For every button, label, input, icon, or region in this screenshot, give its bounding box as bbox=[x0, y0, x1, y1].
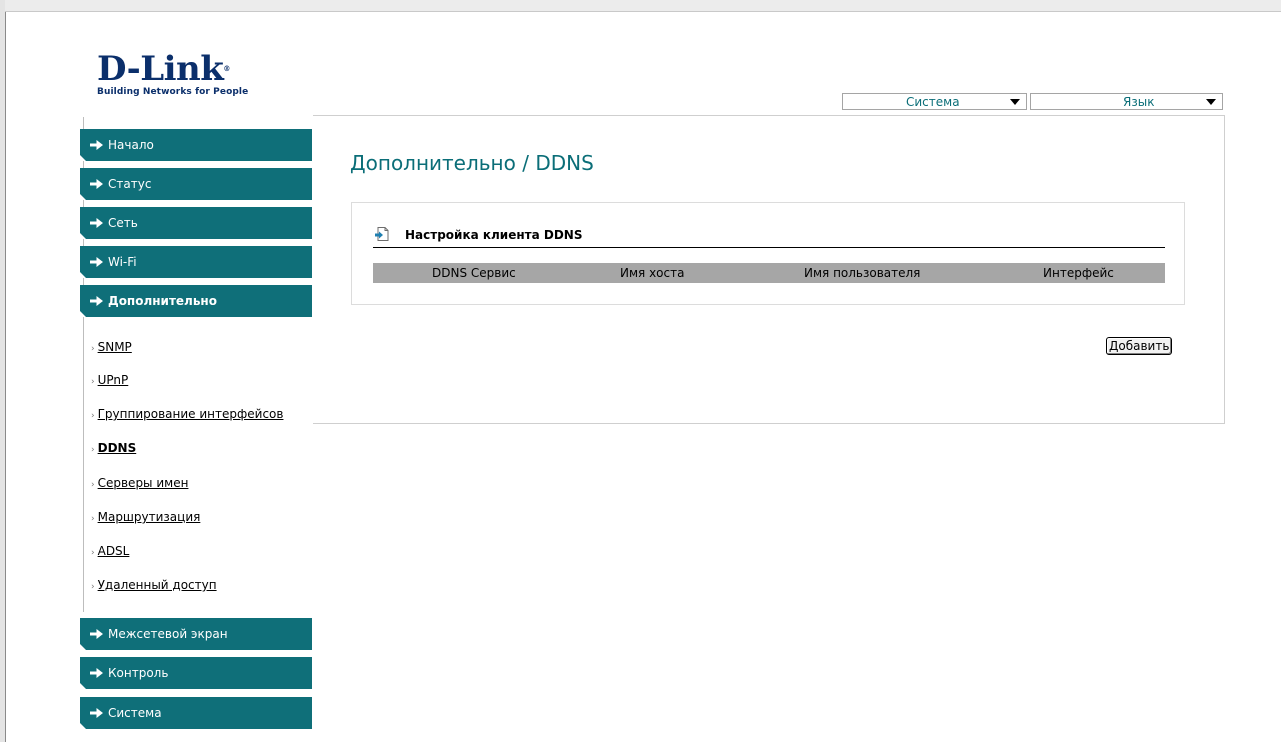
sidebar-item-label: Начало bbox=[108, 138, 154, 152]
submenu-item-routing[interactable]: › Маршрутизация bbox=[91, 510, 200, 524]
sidebar-item-label: Система bbox=[108, 706, 162, 720]
sidebar-item-label: Статус bbox=[108, 177, 152, 191]
submenu-item-name-servers[interactable]: › Серверы имен bbox=[91, 476, 188, 490]
submenu-link[interactable]: UPnP bbox=[98, 373, 129, 387]
bullet-icon: › bbox=[91, 377, 95, 387]
chevron-down-icon bbox=[1010, 99, 1020, 105]
sidebar-item-label: Wi-Fi bbox=[108, 255, 137, 269]
column-header-hostname: Имя хоста bbox=[620, 266, 685, 280]
submenu-link[interactable]: Удаленный доступ bbox=[98, 578, 217, 592]
submenu-item-snmp[interactable]: › SNMP bbox=[91, 340, 132, 354]
sidebar-item-firewall[interactable]: Межсетевой экран bbox=[80, 618, 312, 650]
sidebar-item-system[interactable]: Система bbox=[80, 697, 312, 729]
column-header-ddns-service: DDNS Сервис bbox=[432, 266, 516, 280]
arrow-right-icon bbox=[90, 629, 103, 639]
system-select-value: Система bbox=[906, 95, 960, 109]
ddns-client-section bbox=[351, 202, 1185, 305]
column-header-interface: Интерфейс bbox=[1043, 266, 1114, 280]
submenu-link[interactable]: ADSL bbox=[98, 544, 130, 558]
system-select[interactable]: Система bbox=[842, 93, 1027, 110]
language-select[interactable]: Язык bbox=[1030, 93, 1223, 110]
sidebar-item-label: Дополнительно bbox=[108, 294, 217, 308]
bullet-icon: › bbox=[91, 480, 95, 490]
sidebar-item-status[interactable]: Статус bbox=[80, 168, 312, 200]
submenu-item-adsl[interactable]: › ADSL bbox=[91, 544, 129, 558]
chevron-down-icon bbox=[1206, 99, 1216, 105]
logo-tagline: Building Networks for People bbox=[97, 87, 249, 97]
arrow-right-icon bbox=[90, 257, 103, 267]
language-select-value: Язык bbox=[1123, 95, 1155, 109]
dlink-logo: D-Link® Building Networks for People bbox=[97, 52, 248, 97]
arrow-right-icon bbox=[90, 296, 103, 306]
sidebar-item-label: Сеть bbox=[108, 216, 138, 230]
arrow-right-icon bbox=[90, 179, 103, 189]
bullet-icon: › bbox=[91, 514, 95, 524]
document-arrow-icon bbox=[375, 227, 389, 241]
sidebar-item-home[interactable]: Начало bbox=[80, 129, 312, 161]
arrow-right-icon bbox=[90, 668, 103, 678]
ddns-table-header: DDNS Сервис Имя хоста Имя пользователя И… bbox=[373, 263, 1165, 283]
add-button[interactable]: Добавить bbox=[1106, 337, 1173, 355]
bullet-icon: › bbox=[91, 548, 95, 558]
browser-frame-top bbox=[5, 0, 1281, 12]
submenu-link[interactable]: Группирование интерфейсов bbox=[98, 407, 284, 421]
bullet-icon: › bbox=[91, 344, 95, 354]
arrow-right-icon bbox=[90, 708, 103, 718]
logo-brand: D-Link bbox=[97, 49, 224, 89]
submenu-link[interactable]: Серверы имен bbox=[98, 476, 189, 490]
arrow-right-icon bbox=[90, 140, 103, 150]
bullet-icon: › bbox=[91, 582, 95, 592]
page-title: Дополнительно / DDNS bbox=[350, 151, 594, 175]
submenu-link[interactable]: SNMP bbox=[98, 340, 132, 354]
submenu-item-ddns[interactable]: › DDNS bbox=[91, 441, 136, 455]
sidebar-item-advanced[interactable]: Дополнительно bbox=[80, 285, 312, 317]
bullet-icon: › bbox=[91, 411, 95, 421]
sidebar-item-label: Межсетевой экран bbox=[108, 627, 228, 641]
sidebar-item-wifi[interactable]: Wi-Fi bbox=[80, 246, 312, 278]
browser-frame-left bbox=[0, 0, 6, 742]
submenu-item-remote-access[interactable]: › Удаленный доступ bbox=[91, 578, 217, 592]
submenu-item-interface-grouping[interactable]: › Группирование интерфейсов bbox=[91, 407, 283, 421]
bullet-icon: › bbox=[91, 445, 95, 455]
section-title: Настройка клиента DDNS bbox=[405, 228, 583, 242]
sidebar-item-control[interactable]: Контроль bbox=[80, 657, 312, 689]
logo-registered-mark: ® bbox=[223, 64, 230, 73]
submenu-item-upnp[interactable]: › UPnP bbox=[91, 373, 128, 387]
arrow-right-icon bbox=[90, 218, 103, 228]
sidebar-item-label: Контроль bbox=[108, 666, 169, 680]
submenu-link[interactable]: DDNS bbox=[98, 441, 137, 455]
column-header-username: Имя пользователя bbox=[804, 266, 921, 280]
submenu-link[interactable]: Маршрутизация bbox=[98, 510, 201, 524]
sidebar-item-network[interactable]: Сеть bbox=[80, 207, 312, 239]
section-divider bbox=[373, 247, 1165, 248]
